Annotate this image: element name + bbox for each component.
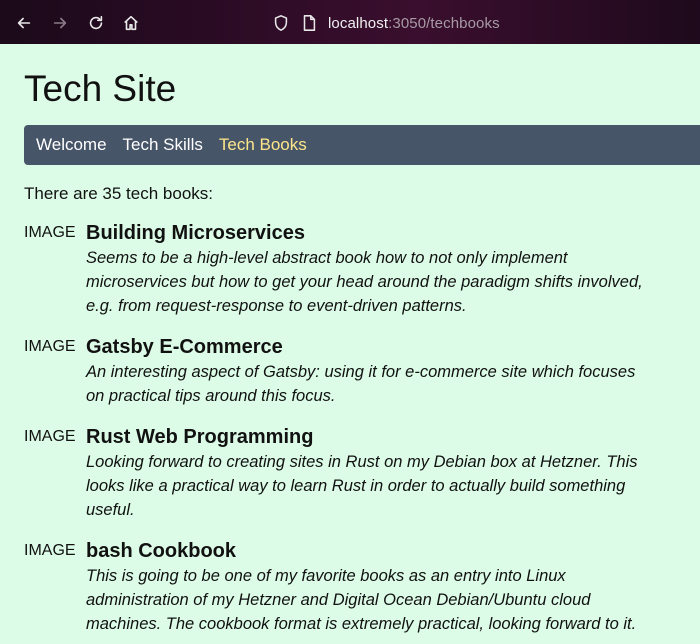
url-host: localhost bbox=[328, 14, 389, 32]
book-image-placeholder: IMAGE bbox=[24, 338, 76, 355]
book-count-text: There are 35 tech books: bbox=[24, 184, 214, 203]
book-description: Looking forward to creating sites in Rus… bbox=[86, 453, 638, 519]
site-title: Tech Site bbox=[24, 68, 177, 109]
book-title: Gatsby E-Commerce bbox=[86, 336, 283, 358]
home-icon[interactable] bbox=[120, 12, 142, 34]
url-text[interactable]: localhost:3050/techbooks bbox=[328, 15, 500, 32]
shield-icon[interactable] bbox=[272, 14, 290, 32]
page-content: Tech Site Welcome Tech Skills Tech Books… bbox=[24, 44, 700, 636]
book-image-placeholder: IMAGE bbox=[24, 224, 76, 241]
address-bar[interactable]: localhost:3050/techbooks bbox=[272, 12, 500, 34]
book-image-placeholder: IMAGE bbox=[24, 542, 76, 559]
url-path: :3050/techbooks bbox=[388, 14, 500, 32]
book-title: Rust Web Programming bbox=[86, 426, 314, 448]
book-description: An interesting aspect of Gatsby: using i… bbox=[86, 363, 636, 405]
browser-toolbar: localhost:3050/techbooks bbox=[0, 0, 700, 44]
book-description: Seems to be a high-level abstract book h… bbox=[86, 249, 643, 315]
book-item: IMAGE Rust Web Programming Looking forwa… bbox=[24, 425, 700, 522]
book-image-placeholder: IMAGE bbox=[24, 428, 76, 445]
book-title: bash Cookbook bbox=[86, 540, 237, 562]
reload-icon[interactable] bbox=[85, 12, 107, 34]
book-title: Building Microservices bbox=[86, 222, 305, 244]
book-description: This is going to be one of my favorite b… bbox=[86, 567, 637, 633]
page-icon[interactable] bbox=[300, 14, 318, 32]
forward-arrow-icon[interactable] bbox=[49, 12, 71, 34]
main-navbar: Welcome Tech Skills Tech Books bbox=[24, 125, 700, 165]
book-item: IMAGE bash Cookbook This is going to be … bbox=[24, 539, 700, 636]
nav-link-tech-skills[interactable]: Tech Skills bbox=[123, 135, 203, 155]
book-item: IMAGE Building Microservices Seems to be… bbox=[24, 221, 700, 318]
nav-link-welcome[interactable]: Welcome bbox=[36, 135, 107, 155]
book-item: IMAGE Gatsby E-Commerce An interesting a… bbox=[24, 335, 700, 408]
back-arrow-icon[interactable] bbox=[13, 12, 35, 34]
nav-link-tech-books[interactable]: Tech Books bbox=[219, 135, 307, 155]
